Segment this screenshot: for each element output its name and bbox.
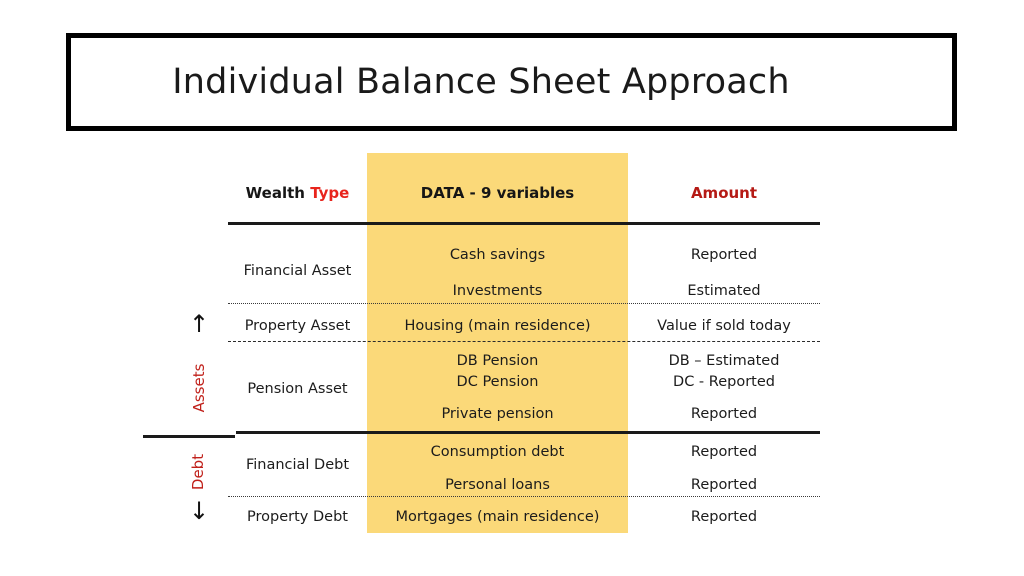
header-rule xyxy=(228,222,820,225)
data-personal-loans: Personal loans xyxy=(445,477,550,493)
amount-dc-pension: DC - Reported xyxy=(673,374,775,390)
data-pension-db-dc: DB Pension DC Pension xyxy=(367,351,628,393)
amount-housing: Value if sold today xyxy=(657,318,791,334)
title-box: Individual Balance Sheet Approach xyxy=(66,33,957,131)
arrow-down-icon: ↓ xyxy=(188,497,210,525)
amount-private-pension: Reported xyxy=(690,406,758,422)
assets-debt-divider xyxy=(236,431,820,434)
side-label-debt: Debt xyxy=(189,453,207,491)
amount-personal-loans: Reported xyxy=(690,477,758,493)
amount-pension-db-dc: DB – Estimated DC - Reported xyxy=(628,351,820,393)
separator-financial-property-debt xyxy=(228,496,820,497)
data-dc-pension: DC Pension xyxy=(456,374,539,390)
wealth-type-property-debt: Property Debt xyxy=(247,509,348,525)
assets-debt-divider-left-stub xyxy=(143,435,235,438)
page-title: Individual Balance Sheet Approach xyxy=(172,62,790,102)
separator-property-pension-asset xyxy=(228,341,820,342)
data-consumption-debt: Consumption debt xyxy=(430,444,565,460)
data-db-pension: DB Pension xyxy=(456,353,539,369)
data-cash-savings: Cash savings xyxy=(449,247,546,263)
amount-mortgages: Reported xyxy=(690,509,758,525)
wealth-type-financial-asset: Financial Asset xyxy=(243,263,352,279)
column-header-type-word: Type xyxy=(310,184,350,202)
amount-db-pension: DB – Estimated xyxy=(668,353,780,369)
side-label-assets: Assets xyxy=(190,363,208,413)
arrow-up-icon: ↑ xyxy=(188,310,210,338)
wealth-type-pension-asset: Pension Asset xyxy=(247,381,348,397)
wealth-type-financial-debt: Financial Debt xyxy=(245,457,350,473)
amount-consumption-debt: Reported xyxy=(690,444,758,460)
data-mortgages: Mortgages (main residence) xyxy=(395,509,600,525)
column-header-data: DATA - 9 variables xyxy=(420,184,575,202)
amount-investments: Estimated xyxy=(687,283,761,299)
column-header-wealth-type: Wealth Type xyxy=(228,184,367,202)
column-header-amount: Amount xyxy=(690,184,758,202)
column-header-wealth-word: Wealth xyxy=(245,184,305,202)
data-housing: Housing (main residence) xyxy=(404,318,591,334)
data-private-pension: Private pension xyxy=(441,406,554,422)
wealth-type-property-asset: Property Asset xyxy=(244,318,351,334)
data-investments: Investments xyxy=(452,283,543,299)
separator-financial-property-asset xyxy=(228,303,820,304)
amount-cash-savings: Reported xyxy=(690,247,758,263)
